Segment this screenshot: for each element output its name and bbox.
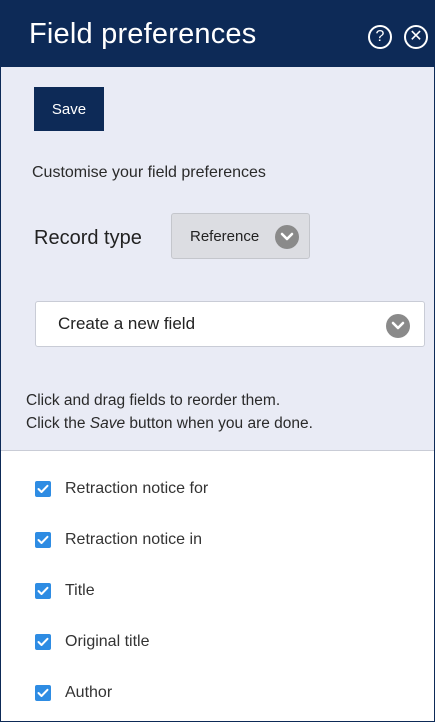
field-label: Original title [65, 632, 150, 650]
field-item[interactable]: Author [1, 667, 434, 718]
checkbox-checked-icon[interactable] [35, 633, 51, 650]
panel-title: Field preferences [29, 17, 257, 50]
help-icon[interactable]: ? [368, 25, 392, 49]
field-label: Retraction notice for [65, 479, 209, 497]
field-item[interactable]: Original title [1, 616, 434, 667]
field-item[interactable]: Retraction notice for [1, 463, 434, 514]
field-label: Retraction notice in [65, 530, 202, 548]
header-icons: ? ✕ [368, 25, 428, 49]
help-line-2-suffix: button when you are done. [125, 415, 313, 432]
intro-text: Customise your field preferences [32, 164, 266, 181]
checkbox-checked-icon[interactable] [35, 582, 51, 599]
field-label: Title [65, 581, 95, 599]
checkbox-checked-icon[interactable] [35, 531, 51, 548]
help-line-1: Click and drag fields to reorder them. [26, 392, 281, 409]
save-button[interactable]: Save [34, 87, 104, 131]
help-line-2: Click the Save button when you are done. [26, 412, 313, 435]
create-field-select[interactable]: Create a new field [35, 301, 425, 347]
chevron-down-icon [275, 225, 299, 249]
chevron-down-icon [386, 314, 410, 338]
checkbox-checked-icon[interactable] [35, 480, 51, 497]
help-save-emphasis: Save [89, 415, 126, 432]
checkbox-checked-icon[interactable] [35, 684, 51, 701]
create-field-value: Create a new field [58, 314, 196, 333]
record-type-value: Reference [190, 227, 260, 245]
help-line-2-prefix: Click the [26, 415, 90, 432]
panel-header: Field preferences ? ✕ [1, 1, 434, 67]
field-label: Author [65, 683, 113, 701]
field-item[interactable]: Retraction notice in [1, 514, 434, 565]
field-preferences-panel: Field preferences ? ✕ Save Customise you… [0, 0, 435, 722]
record-type-select[interactable]: Reference [171, 213, 310, 259]
close-icon[interactable]: ✕ [404, 25, 428, 49]
record-type-label: Record type [34, 227, 142, 249]
field-item[interactable]: Title [1, 565, 434, 616]
field-list: Retraction notice for Retraction notice … [1, 463, 434, 718]
preferences-controls: Save Customise your field preferences Re… [1, 67, 434, 451]
reorder-help-text: Click and drag fields to reorder them. C… [26, 389, 313, 435]
